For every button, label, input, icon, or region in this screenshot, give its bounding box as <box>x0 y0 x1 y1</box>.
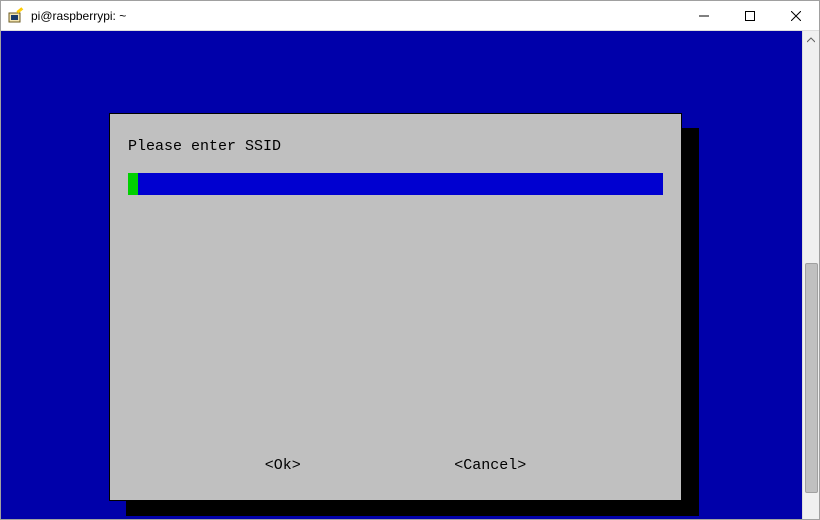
ssid-input[interactable] <box>128 173 663 195</box>
text-cursor <box>128 173 138 195</box>
app-window: pi@raspberrypi: ~ Please enter SSID <box>0 0 820 520</box>
client-area: Please enter SSID <Ok> <Cancel> <box>1 31 819 519</box>
dialog-buttons: <Ok> <Cancel> <box>128 457 663 474</box>
scroll-thumb[interactable] <box>805 263 818 493</box>
dialog-prompt: Please enter SSID <box>128 138 663 155</box>
title-bar[interactable]: pi@raspberrypi: ~ <box>1 1 819 31</box>
close-button[interactable] <box>773 1 819 30</box>
ssid-dialog: Please enter SSID <Ok> <Cancel> <box>109 113 682 501</box>
window-controls <box>681 1 819 30</box>
terminal[interactable]: Please enter SSID <Ok> <Cancel> <box>1 31 802 519</box>
ok-button[interactable]: <Ok> <box>265 457 301 474</box>
maximize-button[interactable] <box>727 1 773 30</box>
cancel-button[interactable]: <Cancel> <box>454 457 526 474</box>
scroll-up-arrow-icon[interactable] <box>803 31 819 48</box>
window-title: pi@raspberrypi: ~ <box>31 9 681 23</box>
input-line <box>128 173 663 195</box>
minimize-button[interactable] <box>681 1 727 30</box>
vertical-scrollbar[interactable] <box>802 31 819 519</box>
putty-icon <box>7 7 25 25</box>
